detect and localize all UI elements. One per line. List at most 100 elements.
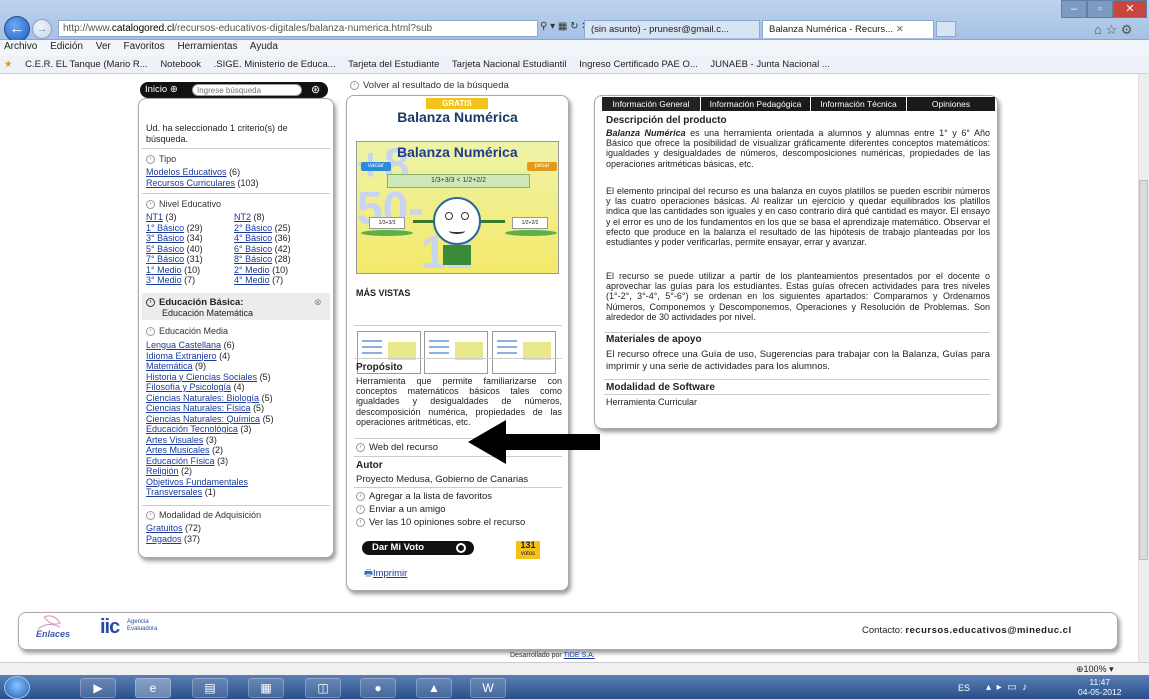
close-window-button[interactable]: ✕ — [1113, 0, 1147, 18]
tab-opiniones[interactable]: Opiniones — [907, 97, 995, 111]
developer-link[interactable]: TIDE S.A. — [564, 652, 595, 659]
vote-button[interactable]: Dar Mi Voto — [362, 541, 474, 555]
print-link[interactable]: 🖶Imprimir — [364, 566, 407, 582]
tipo-header[interactable]: › Tipo — [146, 154, 176, 165]
favorite-link[interactable]: C.E.R. EL Tanque (Mario R... — [25, 59, 148, 70]
filter-link[interactable]: Objetivos Fundamentales Transversales — [146, 477, 248, 498]
filter-link[interactable]: 4° Básico — [234, 233, 272, 243]
media-header[interactable]: › Educación Media — [146, 326, 228, 337]
filter-link[interactable]: 2° Básico — [234, 223, 272, 233]
filter-link[interactable]: 1° Medio — [146, 265, 182, 275]
home-link[interactable]: Inicio ⊕ — [145, 84, 178, 95]
filter-link[interactable]: 6° Básico — [234, 244, 272, 254]
filter-link[interactable]: Religión — [146, 466, 179, 476]
folder-icon[interactable]: ◫ — [305, 678, 341, 698]
tab-informacion-general[interactable]: Información General — [602, 97, 700, 111]
menu-archivo[interactable]: Archivo — [4, 41, 37, 52]
filter-link[interactable]: 2° Medio — [234, 265, 270, 275]
favorite-link[interactable]: Tarjeta Nacional Estudiantil — [452, 59, 567, 70]
tray-icons[interactable]: ▴ ▸ ▭ ♪ — [986, 682, 1027, 693]
new-tab-button[interactable] — [936, 21, 956, 37]
word-icon[interactable]: W — [470, 678, 506, 698]
photo-icon[interactable]: ▲ — [416, 678, 452, 698]
favorite-link[interactable]: Ingreso Certificado PAE O... — [579, 59, 698, 70]
address-bar[interactable]: http://www.catalogored.cl/recursos-educa… — [58, 20, 538, 37]
filter-link[interactable]: Educación Física — [146, 456, 215, 466]
nivel-header[interactable]: › Nivel Educativo — [146, 199, 221, 210]
web-resource-link[interactable]: › Web del recurso — [356, 442, 438, 453]
filter-link[interactable]: NT1 — [146, 212, 163, 222]
filter-link[interactable]: 3° Medio — [146, 275, 182, 285]
filter-link[interactable]: 1° Básico — [146, 223, 184, 233]
zoom-level[interactable]: ⊕100% ▾ — [1076, 664, 1114, 675]
tab-informacion-pedagogica[interactable]: Información Pedagógica — [701, 97, 810, 111]
tab-balanza[interactable]: Balanza Numérica - Recurs... ✕ — [762, 20, 934, 38]
firefox-icon[interactable]: ● — [360, 678, 396, 698]
filter-link[interactable]: Educación Tecnológica — [146, 424, 238, 434]
favorite-link[interactable]: Tarjeta del Estudiante — [348, 59, 439, 70]
scrollbar-thumb[interactable] — [1139, 180, 1148, 560]
calculator-icon[interactable]: ▦ — [248, 678, 284, 698]
filter-link[interactable]: Recursos Curriculares — [146, 178, 235, 188]
back-button[interactable]: ← — [4, 16, 30, 42]
menu-favoritos[interactable]: Favoritos — [124, 41, 165, 52]
clock[interactable]: 11:47 04-05-2012 — [1078, 677, 1121, 697]
home-star-gear-icon[interactable]: ⌂ ☆ ⚙ — [1094, 22, 1132, 38]
view-opinions-link[interactable]: › Ver las 10 opiniones sobre el recurso — [356, 517, 525, 528]
filter-link[interactable]: Gratuitos — [146, 523, 183, 533]
maximize-button[interactable]: ▫ — [1087, 0, 1113, 18]
filter-link[interactable]: Matemática — [146, 361, 193, 371]
filter-link[interactable]: Ciencias Naturales: Química — [146, 414, 260, 424]
internet-explorer-icon[interactable]: e — [135, 678, 171, 698]
filter-link[interactable]: Filosofía y Psicología — [146, 382, 231, 392]
favorite-link[interactable]: JUNAEB - Junta Nacional ... — [710, 59, 829, 70]
modalidad-header[interactable]: › Modalidad de Adquisición — [146, 510, 261, 521]
menu-ayuda[interactable]: Ayuda — [250, 41, 278, 52]
filter-link[interactable]: 5° Básico — [146, 244, 184, 254]
remove-filter-icon[interactable]: ⊗ — [314, 297, 322, 308]
address-actions-icon[interactable]: ⚲ ▾ ▦ ↻ ✕ — [540, 21, 590, 32]
filter-link[interactable]: 8° Básico — [234, 254, 272, 264]
start-button[interactable] — [4, 676, 30, 699]
filter-link[interactable]: 4° Medio — [234, 275, 270, 285]
search-input[interactable] — [192, 84, 302, 96]
filter-link[interactable]: Modelos Educativos — [146, 167, 227, 177]
tab-gmail[interactable]: (sin asunto) - prunesr@gmail.c... — [584, 20, 760, 38]
thumbnail-2[interactable] — [424, 331, 488, 374]
menu-edicion[interactable]: Edición — [50, 41, 83, 52]
favorite-link[interactable]: Notebook — [160, 59, 201, 70]
favorite-link[interactable]: .SIGE. Ministerio de Educa... — [214, 59, 336, 70]
filter-link[interactable]: NT2 — [234, 212, 251, 222]
product-screenshot[interactable]: +8 50- 12 Balanza Numérica vaciar pesar 1… — [356, 141, 559, 274]
thumbnail-3[interactable] — [492, 331, 556, 374]
url-prefix: http://www. — [63, 23, 112, 34]
filter-link[interactable]: Idioma Extranjero — [146, 351, 217, 361]
enlaces-logo[interactable]: Enlaces — [30, 613, 76, 647]
back-to-results-link[interactable]: › Volver al resultado de la búsqueda — [350, 80, 509, 91]
agencia-logo-icon[interactable]: iic — [100, 616, 120, 639]
media-player-icon[interactable]: ▶ — [80, 678, 116, 698]
filter-link[interactable]: Artes Visuales — [146, 435, 203, 445]
filter-link[interactable]: 7° Básico — [146, 254, 184, 264]
language-indicator[interactable]: ES — [958, 683, 970, 693]
favorites-star-icon[interactable]: ★ — [4, 59, 13, 70]
filter-link[interactable]: Artes Musicales — [146, 445, 210, 455]
menu-herramientas[interactable]: Herramientas — [177, 41, 237, 52]
filter-link[interactable]: Historia y Ciencias Sociales — [146, 372, 257, 382]
filter-link[interactable]: Ciencias Naturales: Biología — [146, 393, 259, 403]
search-go-icon[interactable]: ⊛ — [311, 83, 320, 96]
circle-arrow-icon: ⊕ — [169, 84, 178, 95]
close-tab-icon[interactable]: ✕ — [896, 24, 904, 35]
send-friend-link[interactable]: › Enviar a un amigo — [356, 504, 446, 515]
filter-link[interactable]: 3° Básico — [146, 233, 184, 243]
add-favorites-link[interactable]: › Agregar a la lista de favoritos — [356, 491, 492, 502]
forward-button[interactable]: → — [32, 19, 52, 39]
minimize-button[interactable]: – — [1061, 0, 1087, 18]
file-explorer-icon[interactable]: ▤ — [192, 678, 228, 698]
filter-link[interactable]: Lengua Castellana — [146, 340, 221, 350]
filter-link[interactable]: Pagados — [146, 534, 182, 544]
tab-informacion-tecnica[interactable]: Información Técnica — [811, 97, 906, 111]
menu-ver[interactable]: Ver — [96, 41, 111, 52]
filter-link[interactable]: Ciencias Naturales: Física — [146, 403, 251, 413]
contact-email[interactable]: recursos.educativos@mineduc.cl — [905, 625, 1071, 636]
